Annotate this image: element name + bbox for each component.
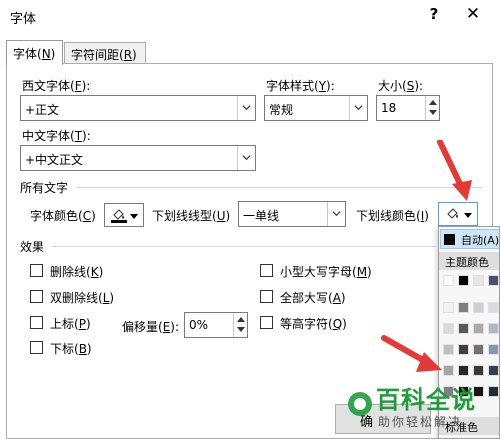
color-swatch[interactable] — [458, 365, 469, 376]
dropdown-arrow-icon — [464, 213, 472, 218]
color-swatch[interactable] — [458, 344, 469, 355]
underline-color-button[interactable] — [438, 202, 478, 226]
checkbox-box[interactable] — [30, 264, 43, 277]
color-swatch[interactable] — [473, 323, 484, 334]
color-swatch[interactable] — [488, 275, 499, 286]
annotation-arrow — [437, 140, 472, 201]
asian-font-value[interactable]: +中文正文 — [25, 151, 83, 168]
size-label: 大小(S): — [378, 79, 424, 93]
tab-character-spacing[interactable]: 字符间距(R) — [64, 42, 146, 64]
offset-label: 偏移量(E): — [122, 320, 180, 334]
color-swatch[interactable] — [473, 365, 484, 376]
color-swatch[interactable] — [488, 323, 499, 334]
checkbox-box[interactable] — [260, 264, 273, 277]
automatic-color-option[interactable]: 自动(A) — [440, 229, 500, 249]
equalize-height-label: 等高字符(Q) — [280, 317, 347, 331]
checkbox-box[interactable] — [30, 316, 43, 329]
title-bar: 字体 ? ✕ — [0, 0, 500, 32]
small-caps-label: 小型大写字母(M) — [280, 265, 372, 279]
size-value[interactable]: 18 — [381, 101, 396, 115]
size-spin-buttons[interactable] — [425, 96, 439, 120]
asian-font-combo[interactable]: +中文正文 — [20, 145, 256, 171]
color-swatch[interactable] — [458, 302, 469, 313]
color-swatch[interactable] — [443, 323, 454, 334]
latin-font-value[interactable]: +正文 — [25, 101, 59, 118]
chevron-down-icon — [354, 105, 363, 111]
double-strikethrough-label: 双删除线(L) — [50, 291, 115, 305]
annotation-arrow — [381, 335, 442, 372]
font-color-label: 字体颜色(C) — [30, 209, 96, 223]
color-swatch[interactable] — [473, 344, 484, 355]
spin-up-icon[interactable] — [237, 317, 245, 322]
spin-down-icon[interactable] — [237, 327, 245, 332]
font-style-dropdown-button[interactable] — [349, 96, 367, 120]
checkbox-box[interactable] — [260, 290, 273, 303]
section-divider — [76, 187, 482, 188]
checkbox-box[interactable] — [30, 341, 43, 354]
help-button[interactable]: ? — [424, 5, 444, 27]
underline-style-combo[interactable]: 一单线 — [238, 201, 346, 227]
color-swatch[interactable] — [443, 302, 454, 313]
tab-spacing-label: 字符间距( — [71, 48, 124, 62]
chevron-down-icon — [332, 211, 341, 217]
watermark-title: 百科全说 — [376, 386, 476, 414]
font-style-value[interactable]: 常规 — [269, 101, 293, 118]
font-style-label: 字体样式(Y): — [266, 79, 335, 93]
spin-up-icon[interactable] — [429, 100, 437, 105]
close-button[interactable]: ✕ — [462, 4, 484, 26]
color-swatch[interactable] — [443, 275, 454, 286]
chevron-down-icon — [242, 155, 251, 161]
color-swatch[interactable] — [458, 323, 469, 334]
watermark-subtitle: 助你轻松解决 — [378, 415, 463, 429]
tab-spacing-suffix: ) — [132, 48, 137, 62]
font-style-combo[interactable]: 常规 — [264, 95, 368, 121]
latin-font-dropdown-button[interactable] — [237, 96, 255, 120]
checkbox-box[interactable] — [30, 290, 43, 303]
theme-colors-heading: 主题颜色 — [439, 252, 499, 270]
paint-bucket-icon — [447, 208, 458, 219]
tab-font[interactable]: 字体(N) — [6, 40, 63, 65]
color-swatch[interactable] — [488, 302, 499, 313]
all-text-heading: 所有文字 — [20, 181, 69, 195]
black-swatch — [444, 234, 455, 245]
checkbox-box[interactable] — [260, 316, 273, 329]
watermark: 百科全说 助你轻松解决 — [342, 380, 500, 439]
color-swatch[interactable] — [488, 344, 499, 355]
tab-spacing-key: R — [123, 48, 133, 62]
tab-font-label: 字体( — [13, 47, 42, 61]
strikethrough-label: 删除线(K) — [50, 265, 104, 279]
color-swatch[interactable] — [473, 302, 484, 313]
font-color-button[interactable] — [104, 203, 144, 227]
latin-font-combo[interactable]: +正文 — [20, 95, 256, 121]
effects-heading: 效果 — [20, 240, 45, 254]
color-swatch[interactable] — [473, 275, 484, 286]
paint-bucket-icon — [111, 209, 127, 223]
spin-down-icon[interactable] — [429, 110, 437, 115]
color-swatch[interactable] — [443, 365, 454, 376]
underline-style-value[interactable]: 一单线 — [243, 207, 279, 224]
latin-font-label: 西文字体(F): — [22, 79, 91, 93]
tab-font-suffix: ) — [50, 47, 56, 61]
section-divider — [52, 246, 436, 247]
tab-font-key: N — [41, 47, 51, 61]
dropdown-arrow-icon — [130, 214, 138, 219]
color-swatch[interactable] — [458, 275, 469, 286]
dialog-title: 字体 — [10, 12, 37, 27]
subscript-label: 下标(B) — [50, 342, 92, 356]
asian-font-dropdown-button[interactable] — [237, 146, 255, 170]
underline-color-label: 下划线颜色(I) — [356, 209, 429, 223]
underline-style-dropdown-button[interactable] — [327, 202, 345, 226]
offset-spinner[interactable]: 0% — [184, 312, 248, 338]
color-swatch[interactable] — [488, 365, 499, 376]
chevron-down-icon — [242, 105, 251, 111]
underline-style-label: 下划线线型(U) — [152, 209, 231, 223]
automatic-color-label: 自动(A) — [461, 234, 500, 247]
asian-font-label: 中文字体(T): — [22, 129, 91, 143]
all-caps-label: 全部大写(A) — [280, 291, 346, 305]
offset-value[interactable]: 0% — [189, 318, 208, 332]
size-spinner[interactable]: 18 — [376, 95, 440, 121]
offset-spin-buttons[interactable] — [233, 313, 247, 337]
color-swatch[interactable] — [443, 344, 454, 355]
superscript-label: 上标(P) — [50, 317, 91, 331]
